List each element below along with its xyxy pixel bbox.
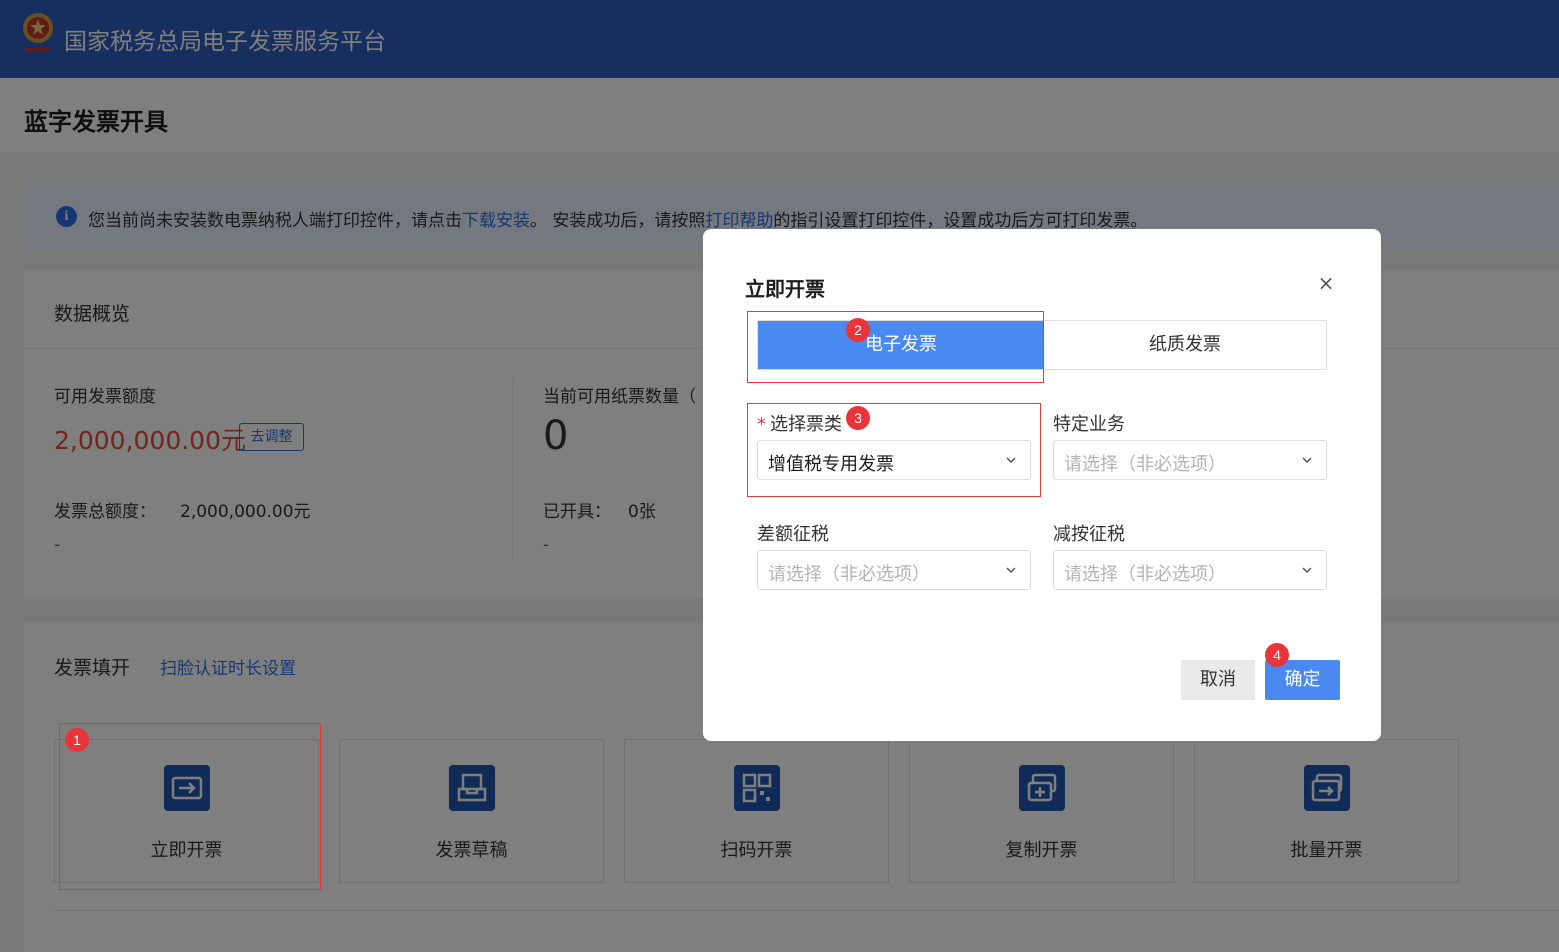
cancel-button[interactable]: 取消 — [1181, 660, 1255, 700]
diff-tax-select[interactable]: 请选择（非必选项） — [757, 550, 1031, 590]
step-badge-4: 4 — [1265, 643, 1289, 667]
diff-tax-placeholder: 请选择（非必选项） — [768, 564, 930, 585]
step-badge-3: 3 — [846, 406, 870, 430]
dialog-title: 立即开票 — [745, 277, 825, 301]
reduced-tax-label: 减按征税 — [1053, 524, 1125, 545]
chevron-down-icon — [1302, 457, 1312, 463]
issue-now-dialog: 立即开票 × 电子发票 纸质发票 * 选择票类 增值税专用发票 特定业务 请选择（… — [703, 229, 1381, 741]
close-icon[interactable]: × — [1316, 273, 1336, 293]
diff-tax-label: 差额征税 — [757, 524, 829, 545]
highlight-box-invoice-type — [747, 403, 1041, 497]
step-badge-2: 2 — [846, 318, 870, 342]
highlight-box-issue-now — [59, 723, 321, 890]
reduced-tax-select[interactable]: 请选择（非必选项） — [1053, 550, 1327, 590]
chevron-down-icon — [1006, 567, 1016, 573]
chevron-down-icon — [1302, 567, 1312, 573]
special-business-label: 特定业务 — [1053, 414, 1125, 435]
step-badge-1: 1 — [65, 728, 89, 752]
special-business-placeholder: 请选择（非必选项） — [1064, 454, 1226, 475]
tab-paper-invoice[interactable]: 纸质发票 — [1044, 321, 1326, 369]
highlight-box-electronic-tab — [747, 311, 1044, 383]
special-business-select[interactable]: 请选择（非必选项） — [1053, 440, 1327, 480]
reduced-tax-placeholder: 请选择（非必选项） — [1064, 564, 1226, 585]
